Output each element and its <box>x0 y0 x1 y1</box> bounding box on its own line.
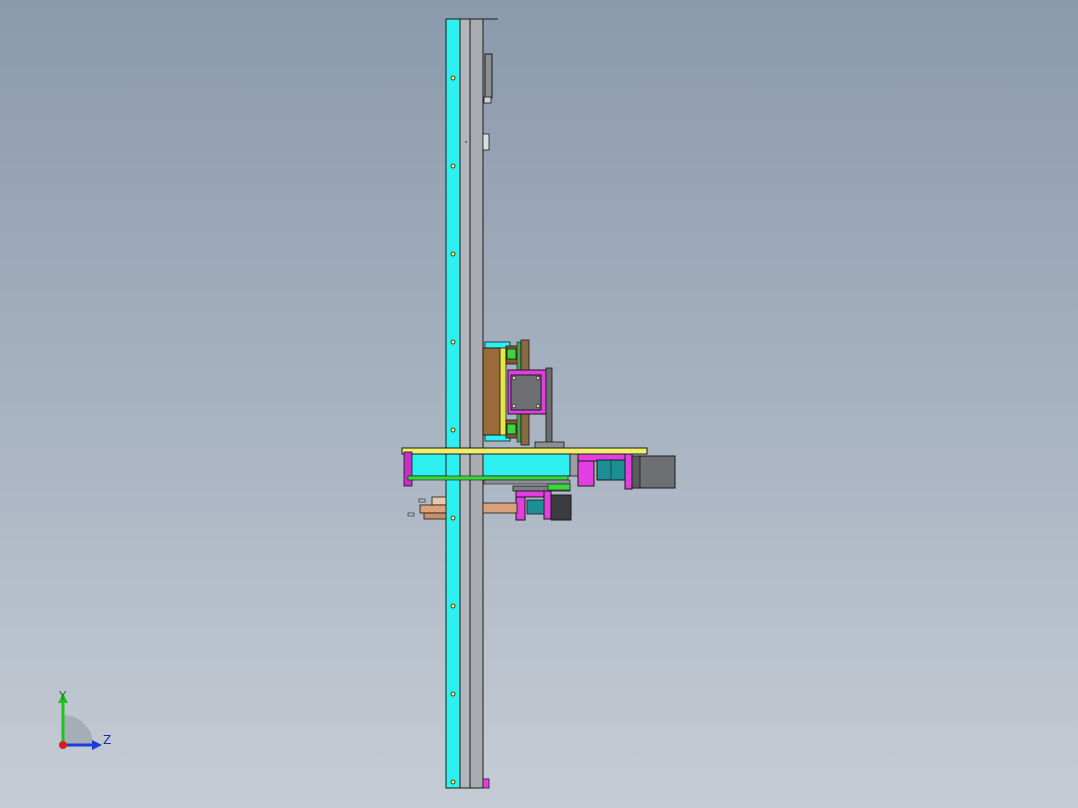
top-sensor-tab <box>483 96 492 104</box>
column-cyan-face <box>445 18 461 789</box>
lower-motor <box>550 494 572 521</box>
piston-rod <box>482 502 518 514</box>
mounting-hole <box>450 251 456 257</box>
beam-yellow-plate <box>401 447 648 455</box>
beam-gray-underside <box>483 479 571 485</box>
motor-bracket-right <box>624 453 633 490</box>
x-axis-dot <box>59 741 67 749</box>
mounting-hole <box>450 163 456 169</box>
beam-green-rail <box>407 475 569 481</box>
guide-pad-bottom <box>506 423 517 435</box>
mounting-hole <box>450 515 456 521</box>
motor-bolt <box>511 403 517 409</box>
mounting-hole <box>450 691 456 697</box>
gripper-pin-upper <box>418 498 426 503</box>
carriage-brown-plate <box>482 347 501 436</box>
right-motor-assembly[interactable] <box>577 453 676 490</box>
triad-quarter-disc <box>63 715 93 745</box>
y-axis-label: Y <box>58 689 67 703</box>
motor-bolt <box>535 403 541 409</box>
top-sensor-block <box>484 53 493 99</box>
z-axis-arrow <box>92 740 102 750</box>
beam-left-end-bracket <box>403 451 413 487</box>
column-gray-face-right <box>469 18 484 789</box>
gripper-body <box>419 504 447 514</box>
guide-pad-top <box>506 348 517 360</box>
lower-actuator[interactable] <box>482 483 572 521</box>
lower-plate-green <box>547 483 571 491</box>
mid-sensor-tab <box>482 133 490 151</box>
carriage-yellow-strip <box>499 347 507 436</box>
mid-marker-dot <box>465 141 467 143</box>
motor-bolt <box>511 375 517 381</box>
coordinate-triad: Y Z <box>50 685 120 755</box>
column-gray-face-left <box>459 18 471 789</box>
left-gripper[interactable] <box>407 496 447 520</box>
beam-cyan-right <box>482 453 571 477</box>
mounting-hole <box>450 779 456 785</box>
upper-carriage[interactable] <box>482 339 565 449</box>
lower-coupling <box>526 499 545 515</box>
mounting-hole <box>450 427 456 433</box>
z-axis-label: Z <box>103 733 111 747</box>
gripper-block-lower <box>423 512 447 520</box>
lower-bracket-right <box>543 490 552 520</box>
gripper-pin-lower <box>407 512 415 517</box>
motor-bolt <box>535 375 541 381</box>
vertical-shaft <box>545 367 553 449</box>
bottom-stop-block <box>482 778 490 789</box>
beam-end-block <box>569 453 579 477</box>
cad-viewport[interactable]: Y Z <box>0 0 1078 808</box>
mounting-hole <box>450 603 456 609</box>
stepper-motor-face <box>631 455 641 489</box>
mounting-hole <box>450 339 456 345</box>
gripper-block-upper <box>431 496 447 506</box>
mounting-hole <box>450 75 456 81</box>
beam-cyan-left <box>407 453 447 477</box>
assembly-drawing[interactable] <box>0 0 1078 808</box>
shaft-foot <box>534 441 565 449</box>
